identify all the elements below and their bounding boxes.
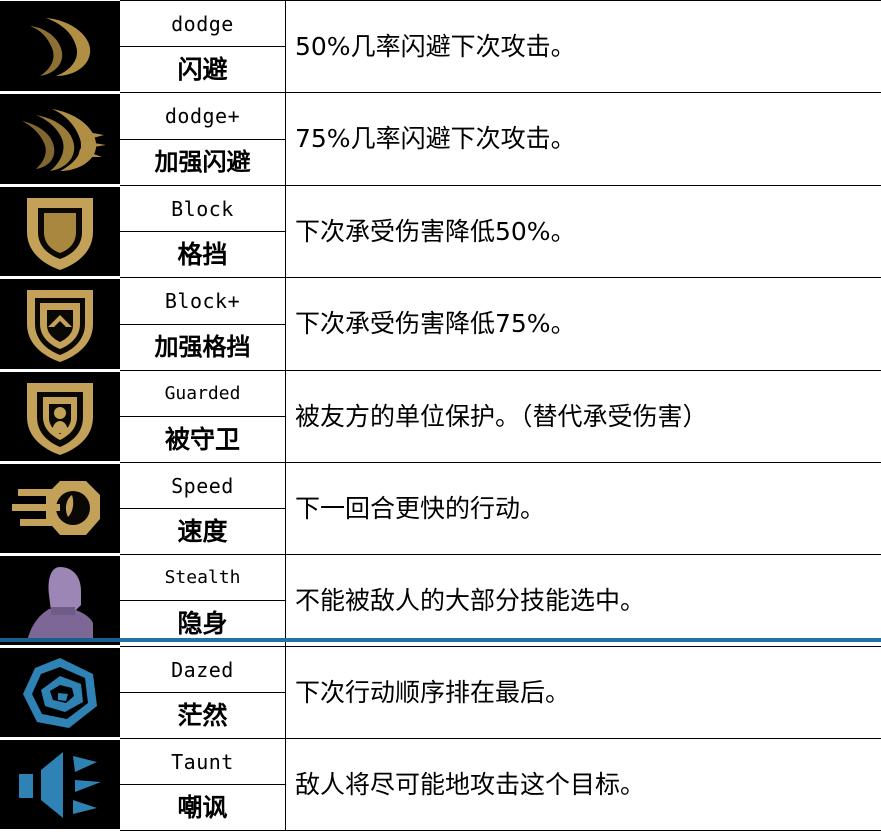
table-row: dodge+ 加强闪避 75%几率闪避下次攻击。	[0, 93, 881, 186]
table-row: Stealth 隐身 不能被敌人的大部分技能选中。	[0, 555, 881, 647]
table-body: dodge 闪避 50%几率闪避下次攻击。	[0, 1, 881, 831]
status-description: 被友方的单位保护。（替代承受伤害）	[286, 371, 881, 463]
status-name-cn: 闪避	[120, 47, 285, 92]
status-name-cn: 茫然	[120, 693, 285, 738]
status-name-en: Dazed	[120, 647, 285, 693]
status-description: 75%几率闪避下次攻击。	[286, 93, 881, 186]
status-description: 下次承受伤害降低75%。	[286, 278, 881, 371]
section-separator-rule-icon-segment	[0, 638, 120, 642]
name-cell: Taunt 嘲讽	[120, 739, 286, 831]
status-description: 下一回合更快的行动。	[286, 463, 881, 555]
section-separator-rule	[0, 638, 881, 642]
table-row: Taunt 嘲讽 敌人将尽可能地攻击这个目标。	[0, 739, 881, 831]
table-row: dodge 闪避 50%几率闪避下次攻击。	[0, 1, 881, 93]
icon-cell	[0, 1, 120, 93]
name-cell: dodge+ 加强闪避	[120, 93, 286, 186]
status-description: 下次承受伤害降低50%。	[286, 186, 881, 278]
icon-cell	[0, 186, 120, 278]
name-stack: dodge+ 加强闪避	[120, 93, 285, 185]
icon-cell	[0, 739, 120, 831]
status-name-en: Stealth	[120, 555, 285, 601]
icon-cell	[0, 555, 120, 647]
status-name-cn: 格挡	[120, 232, 285, 277]
status-name-en: dodge	[120, 1, 285, 47]
status-name-cn: 加强闪避	[120, 140, 285, 186]
status-name-cn: 速度	[120, 509, 285, 554]
name-stack: Block+ 加强格挡	[120, 278, 285, 370]
name-cell: dodge 闪避	[120, 1, 286, 93]
status-name-cn: 嘲讽	[120, 785, 285, 830]
name-cell: Dazed 茫然	[120, 647, 286, 739]
speaker-icon	[0, 740, 120, 829]
name-stack: Dazed 茫然	[120, 647, 285, 738]
icon-cell	[0, 647, 120, 739]
table-row: Block+ 加强格挡 下次承受伤害降低75%。	[0, 278, 881, 371]
name-cell: Speed 速度	[120, 463, 286, 555]
table-row: Speed 速度 下一回合更快的行动。	[0, 463, 881, 555]
name-stack: Block 格挡	[120, 186, 285, 277]
status-name-en: Speed	[120, 463, 285, 509]
shield-chevron-icon	[0, 279, 120, 369]
status-name-en: dodge+	[120, 93, 285, 140]
spiral-icon	[0, 648, 120, 737]
status-name-en: Block+	[120, 278, 285, 325]
icon-cell	[0, 278, 120, 371]
speed-gauge-icon	[0, 464, 120, 553]
name-stack: Taunt 嘲讽	[120, 739, 285, 830]
table-row: Guarded 被守卫 被友方的单位保护。（替代承受伤害）	[0, 371, 881, 463]
status-effect-reference-page: dodge 闪避 50%几率闪避下次攻击。	[0, 0, 881, 830]
status-name-cn: 加强格挡	[120, 325, 285, 371]
table-row: Block 格挡 下次承受伤害降低50%。	[0, 186, 881, 278]
name-stack: Speed 速度	[120, 463, 285, 554]
status-description: 不能被敌人的大部分技能选中。	[286, 555, 881, 647]
table-row: Dazed 茫然 下次行动顺序排在最后。	[0, 647, 881, 739]
name-cell: Block 格挡	[120, 186, 286, 278]
name-cell: Guarded 被守卫	[120, 371, 286, 463]
hooded-figure-icon	[0, 556, 120, 645]
status-name-cn: 被守卫	[120, 417, 285, 462]
status-description: 敌人将尽可能地攻击这个目标。	[286, 739, 881, 831]
crescent-triple-icon	[0, 94, 120, 184]
icon-cell	[0, 93, 120, 186]
status-effect-table: dodge 闪避 50%几率闪避下次攻击。	[0, 0, 881, 832]
icon-cell	[0, 371, 120, 463]
status-name-en: Taunt	[120, 739, 285, 785]
name-cell: Block+ 加强格挡	[120, 278, 286, 371]
name-stack: Guarded 被守卫	[120, 371, 285, 462]
shield-person-icon	[0, 372, 120, 461]
status-name-en: Guarded	[120, 371, 285, 417]
icon-cell	[0, 463, 120, 555]
crescent-double-icon	[0, 1, 120, 92]
name-stack: dodge 闪避	[120, 1, 285, 92]
status-description: 下次行动顺序排在最后。	[286, 647, 881, 739]
name-cell: Stealth 隐身	[120, 555, 286, 647]
status-name-en: Block	[120, 186, 285, 232]
shield-icon	[0, 187, 120, 276]
status-description: 50%几率闪避下次攻击。	[286, 1, 881, 93]
name-stack: Stealth 隐身	[120, 555, 285, 646]
